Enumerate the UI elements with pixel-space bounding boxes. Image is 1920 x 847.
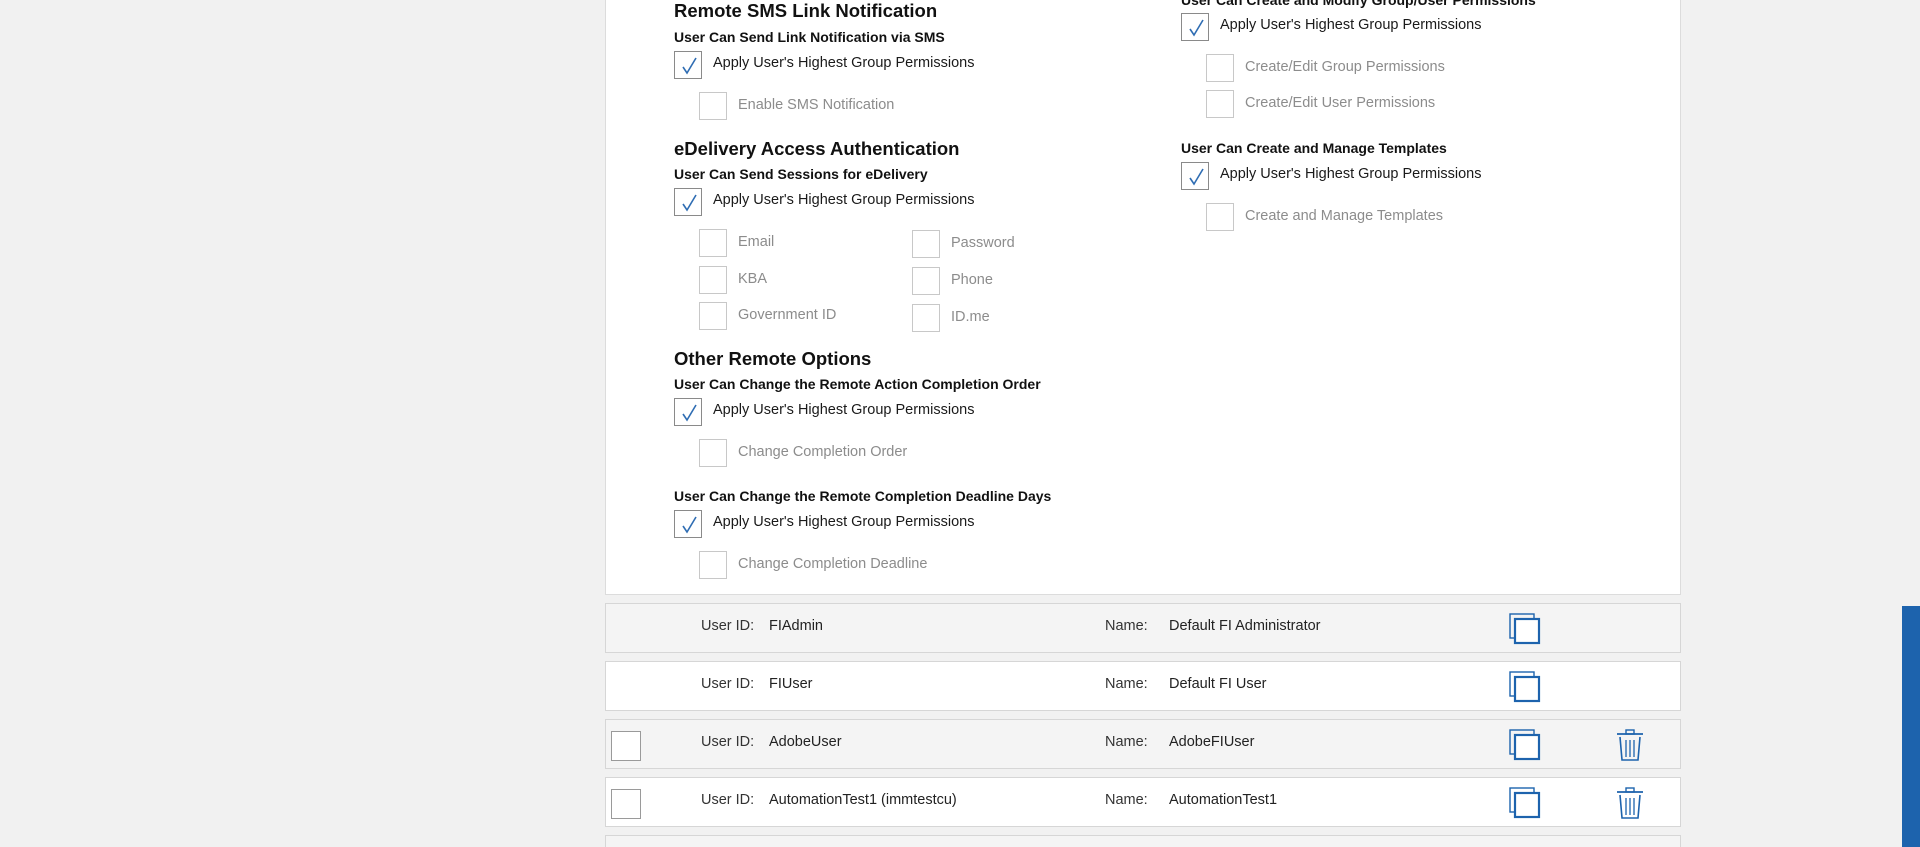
table-row[interactable] [605,835,1681,847]
name-value: AutomationTest1 [1169,792,1278,808]
password-checkbox[interactable] [912,230,940,258]
email-checkbox[interactable] [699,229,727,257]
completion-order-apply-checkbox[interactable] [674,398,702,426]
name-label: Name: [1105,676,1148,692]
row-select-checkbox[interactable] [611,731,641,761]
name-value: Default FI User [1169,676,1267,692]
completion-order-apply-label: Apply User's Highest Group Permissions [713,402,975,418]
sms-subheading: User Can Send Link Notification via SMS [674,29,945,45]
enable-sms-label: Enable SMS Notification [738,97,895,113]
group-perm-apply-checkbox[interactable] [1181,13,1209,41]
edelivery-apply-checkbox[interactable] [674,188,702,216]
checkmark-icon [682,57,697,75]
other-options-heading: Other Remote Options [674,348,872,369]
user-id-label: User ID: [701,618,755,634]
group-perm-subheading: User Can Create and Modify Group/User Pe… [1181,0,1536,8]
enable-sms-checkbox[interactable] [699,92,727,120]
phone-checkbox[interactable] [912,267,940,295]
kba-checkbox[interactable] [699,266,727,294]
permissions-panel [605,0,1681,595]
create-manage-templates-label: Create and Manage Templates [1245,208,1444,224]
trash-icon[interactable] [1614,728,1646,767]
change-completion-order-checkbox[interactable] [699,439,727,467]
user-id-value: AdobeUser [769,734,842,750]
name-value: Default FI Administrator [1169,618,1321,634]
user-id-label: User ID: [701,676,755,692]
create-edit-group-checkbox[interactable] [1206,54,1234,82]
create-edit-user-checkbox[interactable] [1206,90,1234,118]
name-label: Name: [1105,734,1148,750]
change-completion-deadline-label: Change Completion Deadline [738,556,928,572]
deadline-apply-checkbox[interactable] [674,510,702,538]
idme-label: ID.me [951,309,990,325]
copy-icon[interactable] [1508,612,1542,651]
table-row[interactable]: User ID: AutomationTest1 (immtestcu) Nam… [605,777,1681,827]
checkmark-icon [682,194,697,212]
user-id-value: AutomationTest1 (immtestcu) [769,792,957,808]
email-label: Email [738,234,775,250]
trash-icon[interactable] [1614,786,1646,825]
phone-label: Phone [951,272,993,288]
row-select-checkbox[interactable] [611,789,641,819]
templates-apply-label: Apply User's Highest Group Permissions [1220,166,1482,182]
deadline-subheading: User Can Change the Remote Completion De… [674,488,1052,504]
templates-subheading: User Can Create and Manage Templates [1181,140,1447,156]
group-perm-apply-label: Apply User's Highest Group Permissions [1220,17,1482,33]
user-id-label: User ID: [701,734,755,750]
scrollbar-thumb[interactable] [1902,606,1920,847]
create-manage-templates-checkbox[interactable] [1206,203,1234,231]
checkmark-icon [1189,19,1204,37]
checkmark-icon [682,404,697,422]
copy-icon[interactable] [1508,728,1542,767]
table-row[interactable]: User ID: FIAdmin Name: Default FI Admini… [605,603,1681,653]
password-label: Password [951,235,1015,251]
government-id-checkbox[interactable] [699,302,727,330]
sms-section-heading: Remote SMS Link Notification [674,0,938,21]
sms-apply-label: Apply User's Highest Group Permissions [713,55,975,71]
user-id-value: FIUser [769,676,813,692]
user-id-label: User ID: [701,792,755,808]
sms-apply-checkbox[interactable] [674,51,702,79]
change-completion-deadline-checkbox[interactable] [699,551,727,579]
change-completion-order-label: Change Completion Order [738,444,908,460]
name-label: Name: [1105,618,1148,634]
templates-apply-checkbox[interactable] [1181,162,1209,190]
checkmark-icon [682,516,697,534]
edelivery-subheading: User Can Send Sessions for eDelivery [674,166,928,182]
name-label: Name: [1105,792,1148,808]
user-id-value: FIAdmin [769,618,823,634]
create-edit-user-label: Create/Edit User Permissions [1245,95,1436,111]
checkmark-icon [1189,168,1204,186]
idme-checkbox[interactable] [912,304,940,332]
edelivery-apply-label: Apply User's Highest Group Permissions [713,192,975,208]
government-id-label: Government ID [738,307,837,323]
kba-label: KBA [738,271,768,287]
deadline-apply-label: Apply User's Highest Group Permissions [713,514,975,530]
name-value: AdobeFIUser [1169,734,1255,750]
copy-icon[interactable] [1508,786,1542,825]
table-row[interactable]: User ID: AdobeUser Name: AdobeFIUser [605,719,1681,769]
completion-order-subheading: User Can Change the Remote Action Comple… [674,376,1041,392]
create-edit-group-label: Create/Edit Group Permissions [1245,59,1445,75]
edelivery-section-heading: eDelivery Access Authentication [674,138,960,159]
table-row[interactable]: User ID: FIUser Name: Default FI User [605,661,1681,711]
copy-icon[interactable] [1508,670,1542,709]
